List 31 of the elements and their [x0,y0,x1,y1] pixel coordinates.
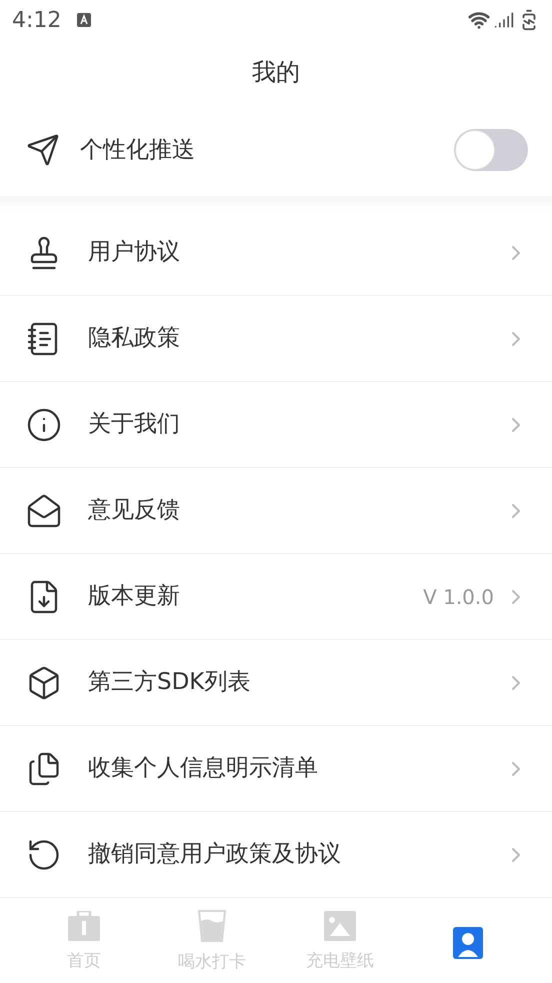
info-icon [26,406,62,442]
menu-label: 关于我们 [88,410,181,440]
menu-item[interactable]: 收集个人信息明示清单 [0,726,552,812]
menu-item[interactable]: 撤销同意用户政策及协议 [0,812,552,898]
version-text: V 1.0.0 [423,584,494,610]
status-time: 4:12 [12,6,62,34]
page-title: 我的 [252,57,300,88]
bag-icon [68,910,100,941]
keyboard-notification-icon [77,13,92,27]
menu-label: 撤销同意用户政策及协议 [88,840,342,870]
menu-item[interactable]: 意见反馈 [0,468,552,554]
menu-item[interactable]: 版本更新 V 1.0.0 [0,554,552,640]
menu-label: 意见反馈 [88,496,181,526]
signal-icon [494,10,514,30]
menu-item[interactable]: 用户协议 [0,210,552,296]
user-card-icon [453,926,483,958]
menu-label: 隐私政策 [88,324,181,354]
menu-label: 用户协议 [88,238,181,268]
open-envelope-icon [26,492,62,528]
push-label: 个性化推送 [80,136,196,165]
paper-plane-icon [26,133,60,167]
image-icon [324,910,356,941]
push-toggle[interactable] [454,129,528,171]
menu-item[interactable]: 关于我们 [0,382,552,468]
menu-item[interactable]: 第三方SDK列表 [0,640,552,726]
wifi-icon [468,9,490,31]
menu-label: 第三方SDK列表 [88,668,252,698]
menu-label: 收集个人信息明示清单 [88,754,319,784]
menu-label: 版本更新 [88,582,181,612]
glass-icon [198,910,226,942]
menu-item[interactable]: 隐私政策 [0,296,552,382]
